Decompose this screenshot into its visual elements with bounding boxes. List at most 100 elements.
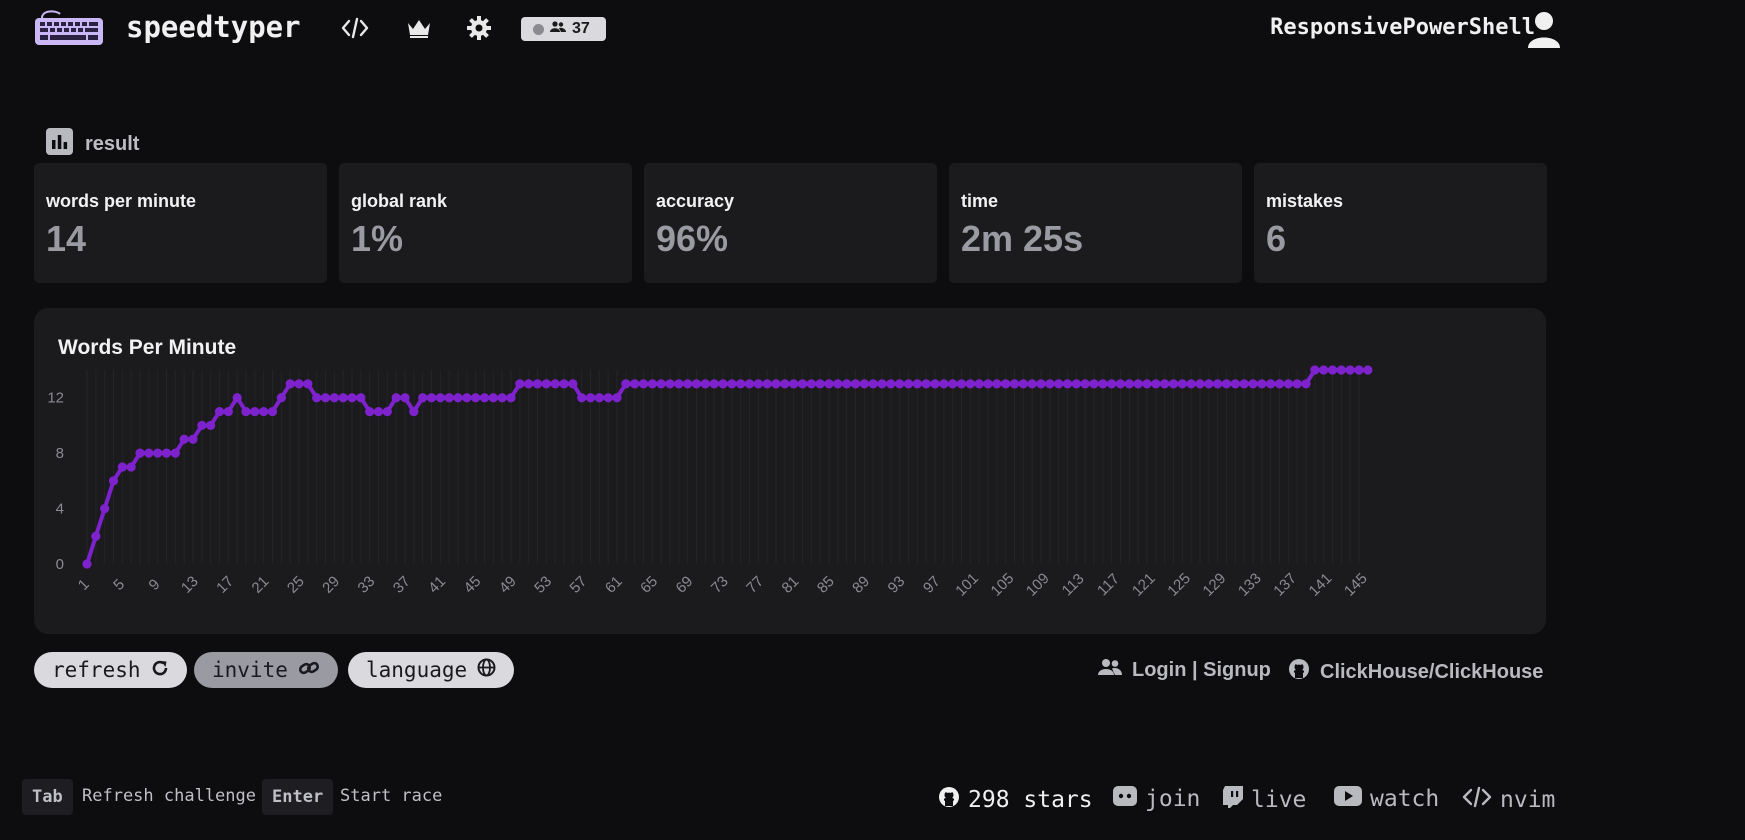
x-tick-label: 33 xyxy=(355,573,379,597)
discord-icon xyxy=(1113,786,1137,812)
stat-label: time xyxy=(961,191,999,211)
data-point xyxy=(797,379,808,389)
stat-label: mistakes xyxy=(1266,191,1344,211)
stat-card-mistakes: mistakes 6 xyxy=(1254,163,1547,283)
stat-label: accuracy xyxy=(656,191,735,211)
data-point xyxy=(630,379,640,389)
data-point xyxy=(1283,379,1293,389)
x-tick-label: 45 xyxy=(461,573,485,597)
x-tick-label: 109 xyxy=(1023,570,1053,600)
data-point xyxy=(391,393,401,403)
refresh-button[interactable]: refresh xyxy=(34,652,187,688)
repo-link[interactable]: ClickHouse/ClickHouse xyxy=(1288,658,1543,686)
discord-join-link[interactable]: join xyxy=(1113,786,1200,812)
x-tick-label: 13 xyxy=(178,573,202,597)
data-point xyxy=(232,393,242,403)
data-point xyxy=(294,379,304,389)
user-avatar-icon[interactable] xyxy=(1526,10,1562,50)
language-button[interactable]: language xyxy=(348,652,515,688)
data-point xyxy=(1036,379,1046,389)
x-tick-label: 37 xyxy=(390,573,414,597)
username[interactable]: ResponsivePowerShell xyxy=(1270,15,1535,40)
data-point xyxy=(683,379,693,389)
data-point xyxy=(956,379,967,389)
data-point xyxy=(868,379,878,389)
data-point xyxy=(444,393,454,403)
wpm-chart-card: Words Per Minute 0 4 8 12 1 5 9 13 17 21 25 29 33 37 4… xyxy=(34,308,1546,634)
wpm-chart: 048121 5 9 13 17 21 25 29 33 37 41 45 49 53 57 61 65 69 73… xyxy=(47,365,1373,600)
twitch-live-link[interactable]: live xyxy=(1223,786,1306,814)
x-tick-label: 129 xyxy=(1200,570,1230,600)
login-signup-label: Login | Signup xyxy=(1132,658,1271,681)
data-point xyxy=(780,379,790,389)
data-point xyxy=(312,393,322,403)
x-tick-label: 93 xyxy=(885,573,909,597)
data-point xyxy=(1168,379,1179,389)
x-tick-label: 137 xyxy=(1270,570,1300,600)
data-point xyxy=(1204,379,1214,389)
stat-label: words per minute xyxy=(46,191,197,211)
x-tick-label: 25 xyxy=(284,573,308,597)
data-point xyxy=(91,531,101,541)
language-label: language xyxy=(366,658,468,682)
data-point xyxy=(214,406,225,417)
result-label: result xyxy=(85,132,140,155)
data-point xyxy=(559,379,569,389)
data-point xyxy=(1071,379,1081,389)
data-point xyxy=(267,406,278,417)
users-icon xyxy=(1098,658,1122,682)
crown-icon[interactable] xyxy=(405,14,433,42)
data-point xyxy=(736,379,746,389)
data-point xyxy=(833,379,843,389)
data-point xyxy=(303,379,313,389)
data-point xyxy=(356,393,366,403)
data-point xyxy=(1098,379,1108,389)
bar-chart-icon xyxy=(46,128,73,160)
data-point xyxy=(1080,379,1090,389)
x-tick-label: 65 xyxy=(637,573,661,597)
data-point xyxy=(329,393,339,403)
youtube-watch-link[interactable]: watch xyxy=(1334,786,1439,812)
code-icon[interactable] xyxy=(341,14,369,42)
link-icon xyxy=(298,658,320,682)
login-signup-link[interactable]: Login | Signup xyxy=(1098,658,1271,682)
data-point xyxy=(1089,379,1099,389)
repo-label: ClickHouse/ClickHouse xyxy=(1320,660,1544,683)
invite-label: invite xyxy=(212,658,288,682)
data-point xyxy=(647,379,657,389)
data-point xyxy=(965,379,975,389)
nvim-label: nvim xyxy=(1500,787,1556,813)
stars-label: 298 stars xyxy=(968,787,1093,813)
data-point xyxy=(656,379,666,389)
data-point xyxy=(1160,379,1170,389)
live-label: live xyxy=(1251,787,1307,813)
github-stars-link[interactable]: 298 stars xyxy=(938,786,1093,814)
youtube-icon xyxy=(1334,786,1362,812)
x-tick-label: 69 xyxy=(673,573,697,597)
x-tick-label: 17 xyxy=(213,573,237,597)
invite-button[interactable]: invite xyxy=(194,652,338,688)
data-point xyxy=(497,393,507,403)
data-point xyxy=(753,379,763,389)
keyboard-logo-icon[interactable] xyxy=(34,8,104,46)
enter-key-badge: Enter xyxy=(262,779,334,815)
data-point xyxy=(479,393,490,403)
data-point xyxy=(1327,365,1338,375)
nvim-link[interactable]: nvim xyxy=(1462,786,1555,814)
data-point xyxy=(524,379,534,389)
settings-gear-icon[interactable] xyxy=(465,14,493,42)
y-tick-label: 4 xyxy=(56,501,64,518)
brand-name[interactable]: speedtyper xyxy=(126,10,301,44)
data-point xyxy=(82,559,92,569)
data-point xyxy=(161,448,172,458)
data-point xyxy=(1142,379,1152,389)
data-point xyxy=(895,379,905,389)
x-tick-label: 61 xyxy=(602,573,626,597)
stat-value: 96% xyxy=(656,218,729,259)
data-point xyxy=(718,379,728,389)
top-nav: speedtyper 37 ResponsivePowerShell xyxy=(0,0,1745,56)
data-point xyxy=(948,379,958,389)
data-point xyxy=(144,448,154,458)
stat-card-time: time 2m 25s xyxy=(949,163,1242,283)
watch-label: watch xyxy=(1370,786,1440,812)
